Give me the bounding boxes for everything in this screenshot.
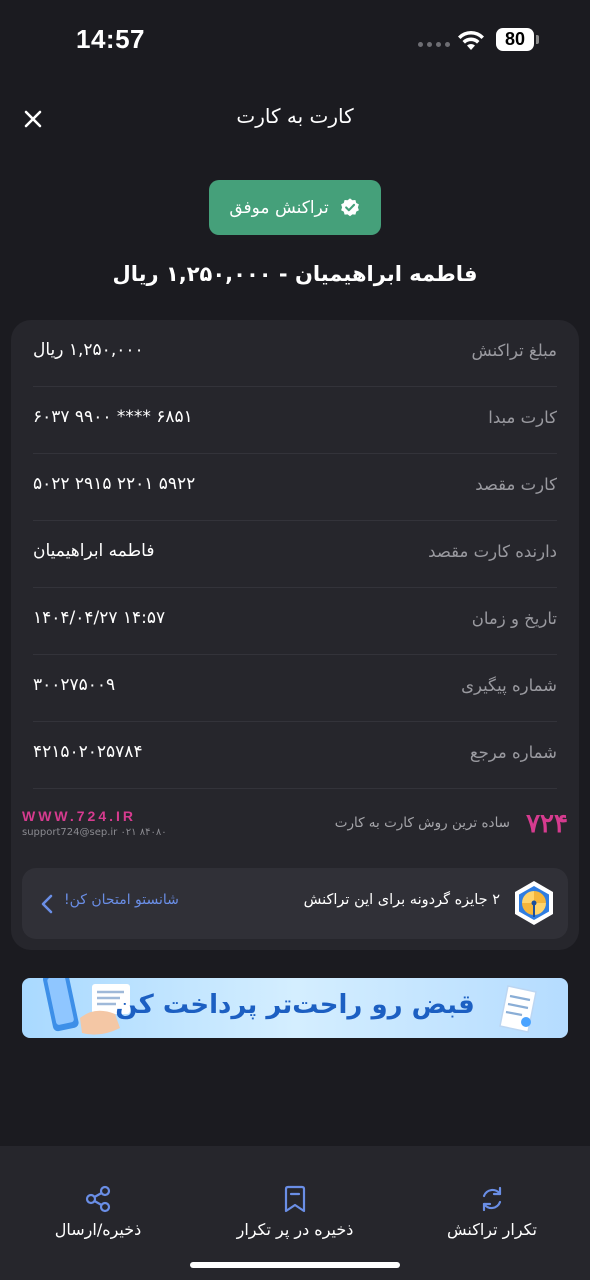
save-frequent-button[interactable]: ذخیره در پر تکرار: [215, 1184, 375, 1244]
bottom-action-bar: ذخیره/ارسال ذخیره در پر تکرار تکرار تراک…: [0, 1146, 590, 1280]
detail-label: شماره مرجع: [469, 743, 557, 762]
prize-text: ۲ جایزه گردونه برای این تراکنش: [303, 892, 500, 908]
page-title: کارت به کارت: [236, 104, 354, 128]
detail-label: شماره پیگیری: [461, 676, 557, 695]
detail-row-datetime: تاریخ و زمان ۱۴۰۴/۰۴/۲۷ ۱۴:۵۷: [33, 588, 557, 655]
detail-row-reference-number: شماره مرجع ۴۲۱۵۰۲۰۲۵۷۸۴: [33, 722, 557, 789]
cellular-signal-icon: [418, 42, 450, 47]
detail-value: ۶۰۳۷ ۹۹۰۰ **** ۶۸۵۱: [33, 407, 193, 427]
save-frequent-label: ذخیره در پر تکرار: [236, 1220, 354, 1239]
brand-url: WWW.724.IR: [22, 808, 137, 824]
detail-value: ۴۲۱۵۰۲۰۲۵۷۸۴: [33, 742, 143, 762]
home-indicator[interactable]: [190, 1262, 400, 1268]
battery-icon: 80: [496, 28, 540, 51]
detail-label: کارت مقصد: [475, 475, 557, 494]
try-luck-link[interactable]: شانستو امتحان کن!: [64, 892, 179, 908]
brand-logo: ۷۲۴: [526, 808, 569, 838]
transaction-summary: فاطمه ابراهیمیان - ۱,۲۵۰,۰۰۰ ریال: [112, 262, 478, 286]
brand-footer: WWW.724.IR support724@sep.ir ۰۲۱ ۸۴۰۸۰ ۷…: [22, 806, 569, 850]
detail-value: ۳۰۰۲۷۵۰۰۹: [33, 675, 116, 695]
detail-row-amount: مبلغ تراکنش ۱,۲۵۰,۰۰۰ ریال: [33, 320, 557, 387]
detail-row-tracking-number: شماره پیگیری ۳۰۰۲۷۵۰۰۹: [33, 655, 557, 722]
brand-slogan: ساده ترین روش کارت به کارت: [334, 815, 510, 831]
repeat-transaction-button[interactable]: تکرار تراکنش: [412, 1184, 572, 1244]
detail-label: دارنده کارت مقصد: [428, 542, 557, 561]
detail-value: ۱۴۰۴/۰۴/۲۷ ۱۴:۵۷: [33, 608, 166, 628]
share-label: ذخیره/ارسال: [54, 1220, 142, 1239]
bookmark-icon: [284, 1185, 306, 1213]
detail-row-card-holder: دارنده کارت مقصد فاطمه ابراهیمیان: [33, 521, 557, 588]
prize-wheel-box[interactable]: ۲ جایزه گردونه برای این تراکنش شانستو ام…: [22, 868, 568, 939]
repeat-transaction-label: تکرار تراکنش: [447, 1220, 537, 1239]
status-bar: 14:57 80: [0, 0, 590, 80]
wifi-icon: [458, 30, 484, 50]
repeat-icon: [482, 1186, 502, 1212]
transaction-details-card: مبلغ تراکنش ۱,۲۵۰,۰۰۰ ریال کارت مبدا ۶۰۳…: [11, 320, 579, 950]
detail-value: فاطمه ابراهیمیان: [33, 541, 155, 561]
detail-value: ۱,۲۵۰,۰۰۰ ریال: [33, 340, 144, 360]
detail-label: تاریخ و زمان: [471, 609, 557, 628]
detail-row-destination-card: کارت مقصد ۵۰۲۲ ۲۹۱۵ ۲۲۰۱ ۵۹۲۲: [33, 454, 557, 521]
banner-text: قبض رو راحت‌تر پرداخت کن: [115, 990, 475, 1020]
brand-support-contact: support724@sep.ir ۰۲۱ ۸۴۰۸۰: [22, 827, 167, 838]
detail-label: مبلغ تراکنش: [471, 341, 557, 360]
verified-check-icon: [340, 197, 359, 216]
share-button[interactable]: ذخیره/ارسال: [18, 1184, 178, 1244]
status-badge: تراکنش موفق: [209, 180, 381, 235]
status-time: 14:57: [76, 24, 145, 54]
battery-level: 80: [496, 28, 534, 51]
detail-value: ۵۰۲۲ ۲۹۱۵ ۲۲۰۱ ۵۹۲۲: [33, 474, 196, 494]
detail-label: کارت مبدا: [488, 408, 557, 427]
share-icon: [85, 1185, 111, 1213]
status-badge-label: تراکنش موفق: [229, 197, 329, 218]
prize-wheel-icon: [515, 881, 553, 925]
chevron-left-icon: [41, 894, 53, 914]
screen: 14:57 80 کارت به کارت تراکنش موفق فاطمه …: [0, 0, 590, 1280]
detail-row-source-card: کارت مبدا ۶۰۳۷ ۹۹۰۰ **** ۶۸۵۱: [33, 387, 557, 454]
bill-payment-banner[interactable]: قبض رو راحت‌تر پرداخت کن: [22, 978, 568, 1038]
